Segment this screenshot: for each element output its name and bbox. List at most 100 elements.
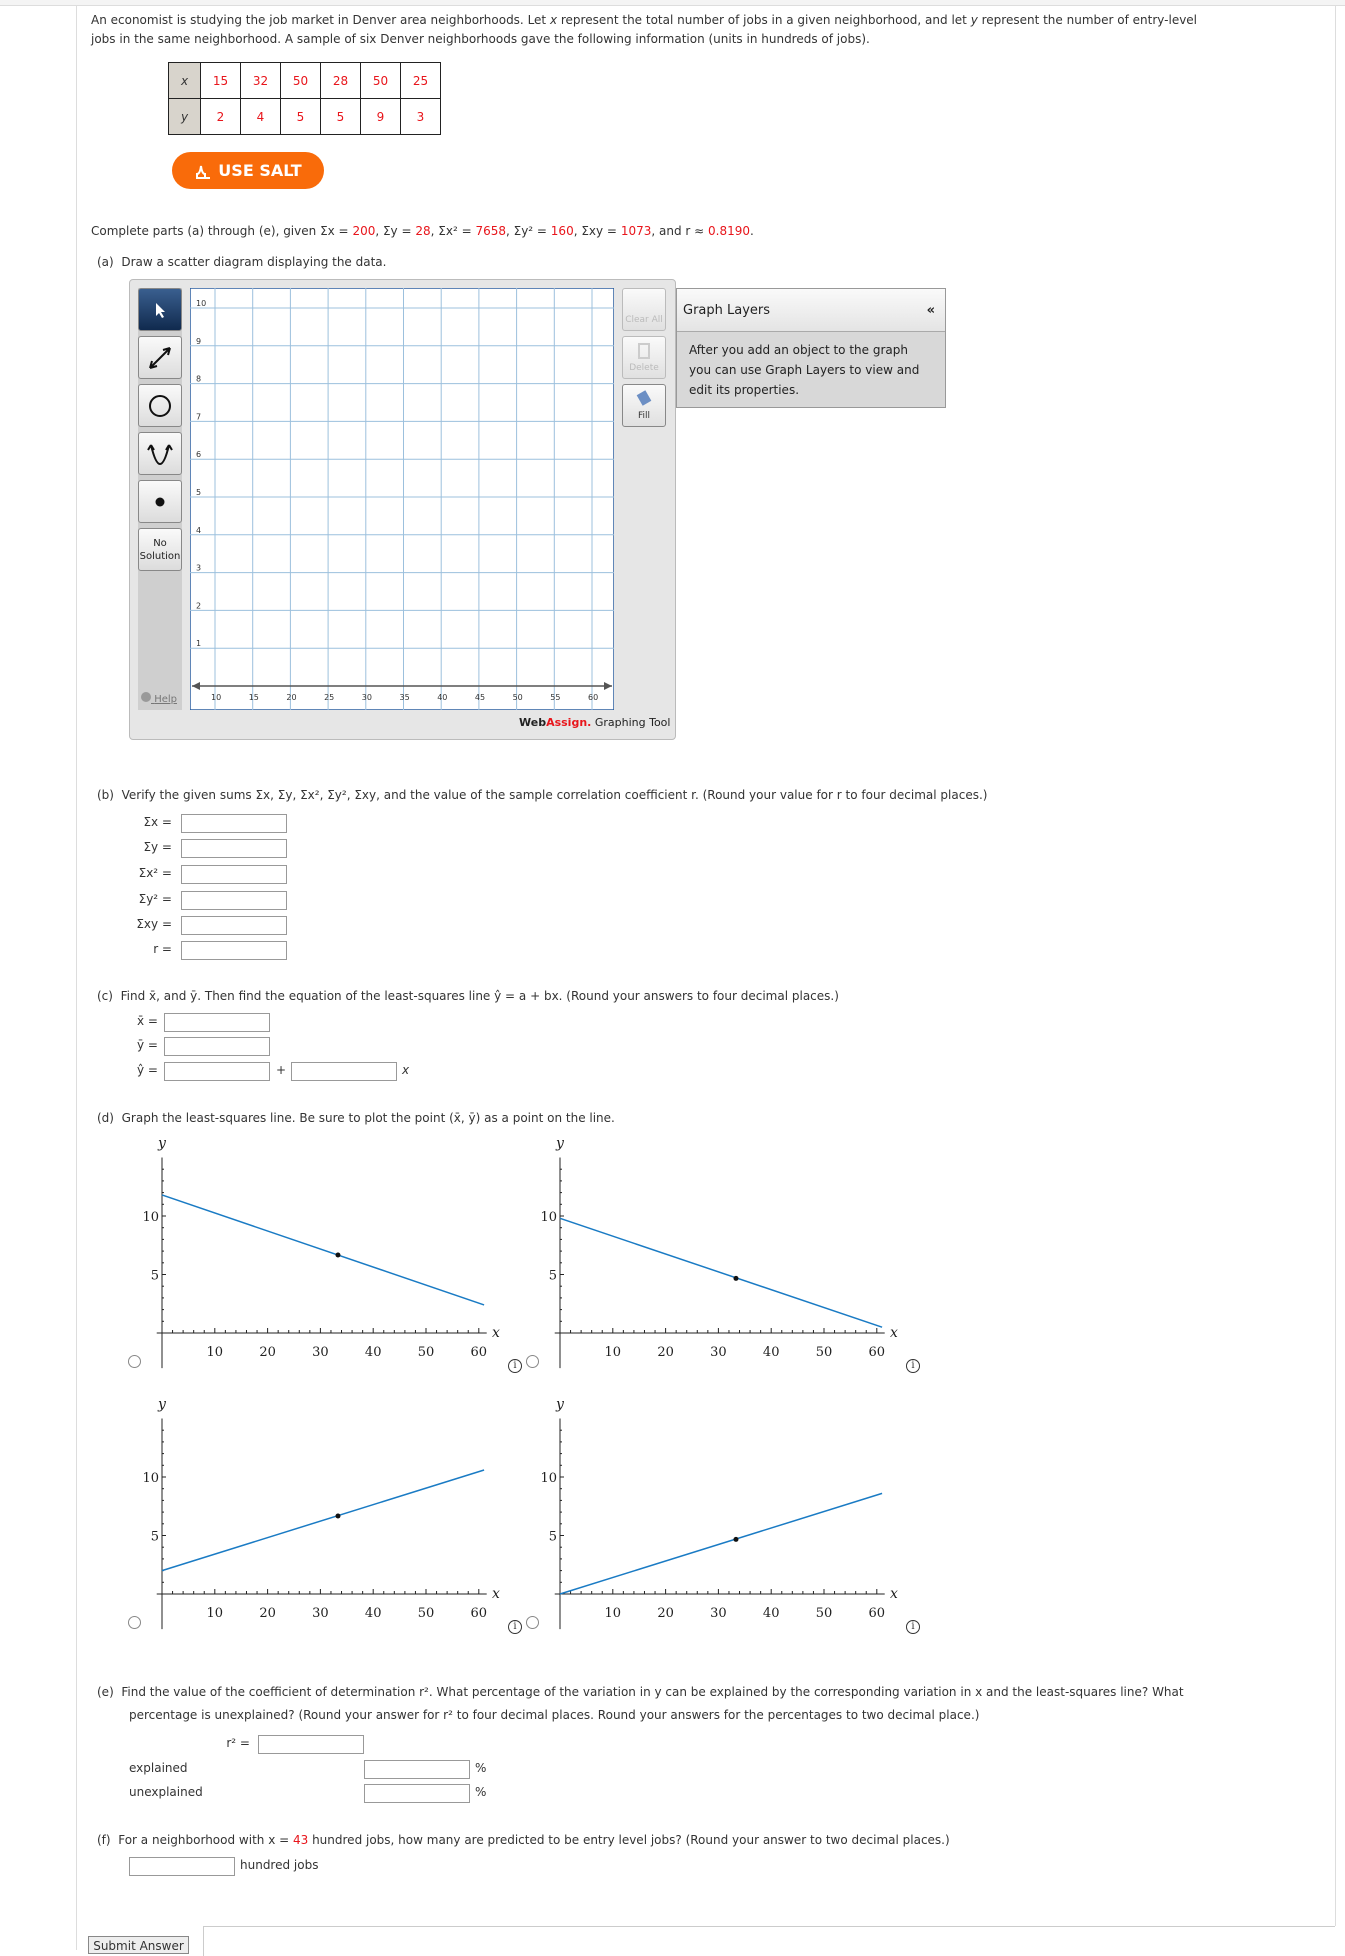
sum-input[interactable] bbox=[181, 941, 287, 960]
y-tick-label: 5 bbox=[549, 1530, 557, 1545]
x-tick-label: 20 bbox=[259, 1606, 276, 1621]
x-axis-label: x bbox=[890, 1325, 898, 1341]
graph-option-radio[interactable] bbox=[128, 1355, 141, 1368]
ybar-input[interactable] bbox=[164, 1037, 270, 1056]
part-f: (f) For a neighborhood with x = 43 hundr… bbox=[97, 1833, 950, 1847]
regression-line bbox=[559, 1217, 883, 1328]
graph-option-radio[interactable] bbox=[526, 1616, 539, 1629]
y-tick-label: 1 bbox=[196, 639, 201, 648]
line-arrow-icon bbox=[149, 346, 171, 369]
graph-option-radio[interactable] bbox=[128, 1616, 141, 1629]
fill-button[interactable]: Fill bbox=[622, 384, 666, 427]
graph-layers-panel: Graph Layers « After you add an object to… bbox=[676, 288, 946, 408]
x-tick-label: 45 bbox=[475, 693, 485, 702]
sum-input[interactable] bbox=[181, 839, 287, 858]
parabola-icon bbox=[147, 443, 173, 465]
y-tick-label: 10 bbox=[196, 299, 206, 308]
circle-icon bbox=[149, 394, 171, 417]
mean-point bbox=[733, 1536, 739, 1542]
graph-layers-help: After you add an object to the graph you… bbox=[689, 343, 920, 397]
divider bbox=[203, 1926, 1335, 1927]
x-tick-label: 40 bbox=[365, 1606, 382, 1621]
x-tick-label: 40 bbox=[763, 1606, 780, 1621]
select-tool-button[interactable] bbox=[138, 288, 182, 331]
submit-answer-button[interactable]: Submit Answer bbox=[88, 1936, 189, 1954]
x-tick-label: 40 bbox=[763, 1345, 780, 1360]
x-tick-label: 60 bbox=[471, 1345, 488, 1360]
info-icon[interactable]: i bbox=[508, 1620, 522, 1634]
slope-input[interactable] bbox=[291, 1062, 397, 1081]
y-tick-label: 9 bbox=[196, 337, 201, 346]
sum-label: Σy = bbox=[143, 840, 172, 854]
graph-option-radio[interactable] bbox=[526, 1355, 539, 1368]
point-tool-button[interactable] bbox=[138, 480, 182, 523]
unit-label: hundred jobs bbox=[240, 1858, 319, 1872]
x-tick-label: 10 bbox=[207, 1345, 224, 1360]
x-tick-label: 20 bbox=[286, 693, 296, 702]
use-salt-button[interactable]: USE SALT bbox=[172, 152, 324, 189]
part-c: (c) Find x̄, and ȳ. Then find the equati… bbox=[97, 989, 839, 1003]
help-link[interactable]: Help bbox=[141, 692, 177, 705]
plus-sign: + bbox=[276, 1063, 287, 1077]
parabola-tool-button[interactable] bbox=[138, 432, 182, 475]
least-squares-graph-3: 10 20 30 40 50 60 5 10 y x bbox=[142, 1397, 500, 1630]
y-tick-label: 10 bbox=[142, 1471, 159, 1486]
given-sums: Complete parts (a) through (e), given Σx… bbox=[91, 224, 754, 238]
prediction-input[interactable] bbox=[129, 1857, 235, 1876]
sum-input[interactable] bbox=[181, 891, 287, 910]
y-tick-label: 4 bbox=[196, 526, 201, 535]
percent-sign: % bbox=[475, 1761, 487, 1775]
xbar-input[interactable] bbox=[164, 1013, 270, 1032]
x-tick-label: 10 bbox=[211, 693, 221, 702]
info-icon[interactable]: i bbox=[508, 1359, 522, 1373]
circle-tool-button[interactable] bbox=[138, 384, 182, 427]
explained-input[interactable] bbox=[364, 1760, 470, 1779]
clear-all-button[interactable]: Clear All bbox=[622, 288, 666, 331]
grid-background bbox=[190, 288, 614, 710]
sum-input[interactable] bbox=[181, 865, 287, 884]
y-axis-label: y bbox=[157, 1397, 167, 1413]
x-axis-label: x bbox=[492, 1586, 500, 1602]
info-icon[interactable]: i bbox=[906, 1359, 920, 1373]
x-tick-label: 30 bbox=[362, 693, 372, 702]
part-a: (a) Draw a scatter diagram displaying th… bbox=[97, 255, 387, 269]
x-tick-label: 60 bbox=[869, 1606, 886, 1621]
x-tick-label: 20 bbox=[259, 1345, 276, 1360]
x-tick-label: 50 bbox=[816, 1345, 833, 1360]
delete-button[interactable]: Delete bbox=[622, 336, 666, 379]
y-tick-label: 6 bbox=[196, 450, 201, 459]
x-tick-label: 55 bbox=[550, 693, 560, 702]
x-tick-label: 50 bbox=[418, 1606, 435, 1621]
y-axis-label: y bbox=[555, 1397, 565, 1413]
collapse-icon[interactable]: « bbox=[927, 303, 935, 318]
intro-line-1: An economist is studying the job market … bbox=[91, 13, 1198, 27]
y-tick-label: 5 bbox=[196, 488, 201, 497]
x-tick-label: 30 bbox=[312, 1606, 329, 1621]
sum-label: Σy² = bbox=[138, 892, 172, 906]
y-tick-label: 7 bbox=[196, 412, 201, 421]
x-tick-label: 50 bbox=[513, 693, 523, 702]
intercept-input[interactable] bbox=[164, 1062, 270, 1081]
no-solution-button[interactable]: No Solution bbox=[138, 528, 182, 571]
yhat-label: ŷ = bbox=[137, 1063, 158, 1077]
part-e-line-2: percentage is unexplained? (Round your a… bbox=[129, 1708, 980, 1722]
x-tick-label: 50 bbox=[816, 1606, 833, 1621]
x-tick-label: 20 bbox=[657, 1606, 674, 1621]
part-e-line-1: (e) Find the value of the coefficient of… bbox=[97, 1685, 1184, 1699]
line-tool-button[interactable] bbox=[138, 336, 182, 379]
x-tick-label: 60 bbox=[869, 1345, 886, 1360]
sum-input[interactable] bbox=[181, 916, 287, 935]
explained-label: explained bbox=[129, 1761, 188, 1775]
r2-label: r² = bbox=[226, 1736, 250, 1750]
unexplained-input[interactable] bbox=[364, 1784, 470, 1803]
x-tick-label: 10 bbox=[605, 1345, 622, 1360]
info-icon[interactable]: i bbox=[906, 1620, 920, 1634]
r2-input[interactable] bbox=[258, 1735, 364, 1754]
sum-input[interactable] bbox=[181, 814, 287, 833]
trash-icon bbox=[638, 343, 650, 359]
y-tick-label: 10 bbox=[540, 1471, 557, 1486]
x-tick-label: 35 bbox=[400, 693, 410, 702]
y-tick-label: 5 bbox=[151, 1530, 159, 1545]
x-tick-label: 30 bbox=[710, 1606, 727, 1621]
graph-canvas[interactable]: 10 15 20 25 30 35 40 45 50 55 6012345678910 bbox=[190, 288, 614, 710]
